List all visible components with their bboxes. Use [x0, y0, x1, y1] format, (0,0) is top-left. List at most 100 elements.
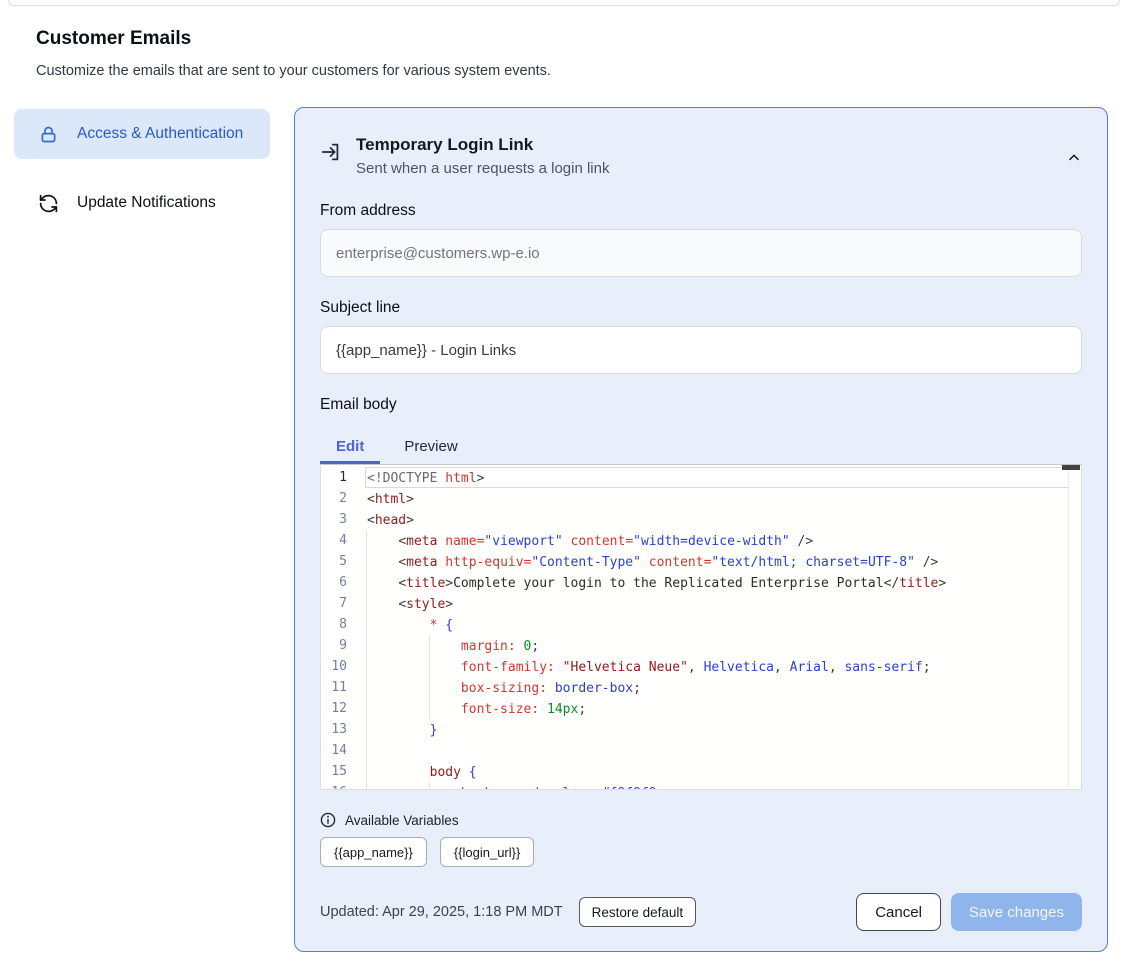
code-text: background-color: #f9f9f9;: [365, 782, 1069, 790]
code-text: box-sizing: border-box;: [365, 677, 1069, 698]
indent-guide: [366, 572, 367, 593]
code-text: }: [365, 719, 1069, 740]
subject-line-label: Subject line: [320, 299, 1082, 317]
indent-guide: [366, 677, 367, 698]
editor-scrollbar-track: [1068, 466, 1069, 788]
indent-guide: [429, 677, 430, 698]
card-header-text: Temporary Login Link Sent when a user re…: [356, 132, 609, 180]
previous-card-bottom-edge: [8, 0, 1120, 6]
chevron-up-icon: [1066, 154, 1082, 169]
editor-scrollbar-thumb[interactable]: [1062, 465, 1080, 470]
code-lines: 1<!DOCTYPE html>2<html>3<head>4 <meta na…: [321, 467, 1081, 790]
code-line: 4 <meta name="viewport" content="width=d…: [321, 530, 1081, 551]
from-address-label: From address: [320, 202, 1082, 220]
sync-icon: [38, 193, 59, 214]
code-text: <style>: [365, 593, 1069, 614]
indent-guide: [366, 635, 367, 656]
collapse-section-button[interactable]: [1066, 138, 1082, 180]
indent-guide: [429, 656, 430, 677]
page-subtitle: Customize the emails that are sent to yo…: [36, 63, 1092, 79]
line-number: 6: [321, 572, 365, 593]
info-icon: [320, 812, 336, 828]
code-line: 5 <meta http-equiv="Content-Type" conten…: [321, 551, 1081, 572]
code-line: 12 font-size: 14px;: [321, 698, 1081, 719]
code-text: <!DOCTYPE html>: [365, 467, 1069, 488]
code-text: <title>Complete your login to the Replic…: [365, 572, 1069, 593]
code-text: body {: [365, 761, 1069, 782]
variable-chips: {{app_name}} {{login_url}}: [320, 837, 1082, 867]
line-number: 4: [321, 530, 365, 551]
card-footer: Updated: Apr 29, 2025, 1:18 PM MDT Resto…: [320, 893, 1082, 931]
page-header: Customer Emails Customize the emails tha…: [36, 28, 1092, 79]
code-line: 14: [321, 740, 1081, 761]
line-number: 5: [321, 551, 365, 572]
card-header: Temporary Login Link Sent when a user re…: [320, 132, 1082, 180]
updated-timestamp: Updated: Apr 29, 2025, 1:18 PM MDT: [320, 904, 563, 920]
line-number: 16: [321, 782, 365, 790]
code-line: 9 margin: 0;: [321, 635, 1081, 656]
indent-guide: [366, 614, 367, 635]
log-in-icon: [320, 141, 342, 180]
code-text: <head>: [365, 509, 1069, 530]
email-body-label: Email body: [320, 396, 1082, 414]
indent-guide: [366, 782, 367, 790]
restore-default-button[interactable]: Restore default: [579, 897, 697, 927]
cancel-button[interactable]: Cancel: [856, 893, 941, 931]
code-text: font-size: 14px;: [365, 698, 1069, 719]
lock-icon: [38, 124, 59, 145]
code-line: 15 body {: [321, 761, 1081, 782]
indent-guide: [366, 761, 367, 782]
sidebar-item-label: Access & Authentication: [77, 122, 243, 146]
code-line: 8 * {: [321, 614, 1081, 635]
from-address-input[interactable]: [320, 229, 1082, 277]
sidebar-item-label: Update Notifications: [77, 191, 216, 215]
code-text: * {: [365, 614, 1069, 635]
line-number: 15: [321, 761, 365, 782]
line-number: 9: [321, 635, 365, 656]
sidebar-item-access-authentication[interactable]: Access & Authentication: [14, 109, 270, 159]
code-line: 11 box-sizing: border-box;: [321, 677, 1081, 698]
variable-chip[interactable]: {{login_url}}: [440, 837, 535, 867]
email-types-sidebar: Access & Authentication Update Notificat…: [14, 109, 270, 221]
line-number: 8: [321, 614, 365, 635]
code-line: 6 <title>Complete your login to the Repl…: [321, 572, 1081, 593]
code-line: 2<html>: [321, 488, 1081, 509]
indent-guide: [366, 530, 367, 551]
indent-guide: [366, 593, 367, 614]
email-body-tabs: Edit Preview: [320, 428, 1082, 464]
line-number: 7: [321, 593, 365, 614]
main-content: Access & Authentication Update Notificat…: [14, 107, 1108, 952]
indent-guide: [366, 719, 367, 740]
indent-guide: [429, 635, 430, 656]
code-line: 16 background-color: #f9f9f9;: [321, 782, 1081, 790]
available-variables-row: Available Variables: [320, 812, 1082, 828]
sidebar-item-update-notifications[interactable]: Update Notifications: [14, 185, 270, 221]
indent-guide: [366, 551, 367, 572]
line-number: 12: [321, 698, 365, 719]
code-text: <meta http-equiv="Content-Type" content=…: [365, 551, 1069, 572]
line-number: 11: [321, 677, 365, 698]
code-text: [365, 740, 1069, 761]
line-number: 10: [321, 656, 365, 677]
line-number: 14: [321, 740, 365, 761]
line-number: 1: [321, 467, 365, 488]
line-number: 3: [321, 509, 365, 530]
code-text: margin: 0;: [365, 635, 1069, 656]
code-line: 7 <style>: [321, 593, 1081, 614]
code-line: 1<!DOCTYPE html>: [321, 467, 1081, 488]
available-variables-label: Available Variables: [345, 813, 459, 828]
tab-edit[interactable]: Edit: [320, 428, 380, 464]
code-text: <html>: [365, 488, 1069, 509]
page-title: Customer Emails: [36, 28, 1092, 50]
code-text: <meta name="viewport" content="width=dev…: [365, 530, 1069, 551]
email-type-title: Temporary Login Link: [356, 132, 609, 157]
save-changes-button[interactable]: Save changes: [951, 893, 1082, 931]
line-number: 2: [321, 488, 365, 509]
email-settings-card: Temporary Login Link Sent when a user re…: [294, 107, 1108, 952]
subject-line-input[interactable]: [320, 326, 1082, 374]
tab-preview[interactable]: Preview: [388, 428, 473, 464]
variable-chip[interactable]: {{app_name}}: [320, 837, 427, 867]
code-editor[interactable]: 1<!DOCTYPE html>2<html>3<head>4 <meta na…: [320, 464, 1082, 790]
indent-guide: [366, 740, 367, 761]
indent-guide: [366, 656, 367, 677]
